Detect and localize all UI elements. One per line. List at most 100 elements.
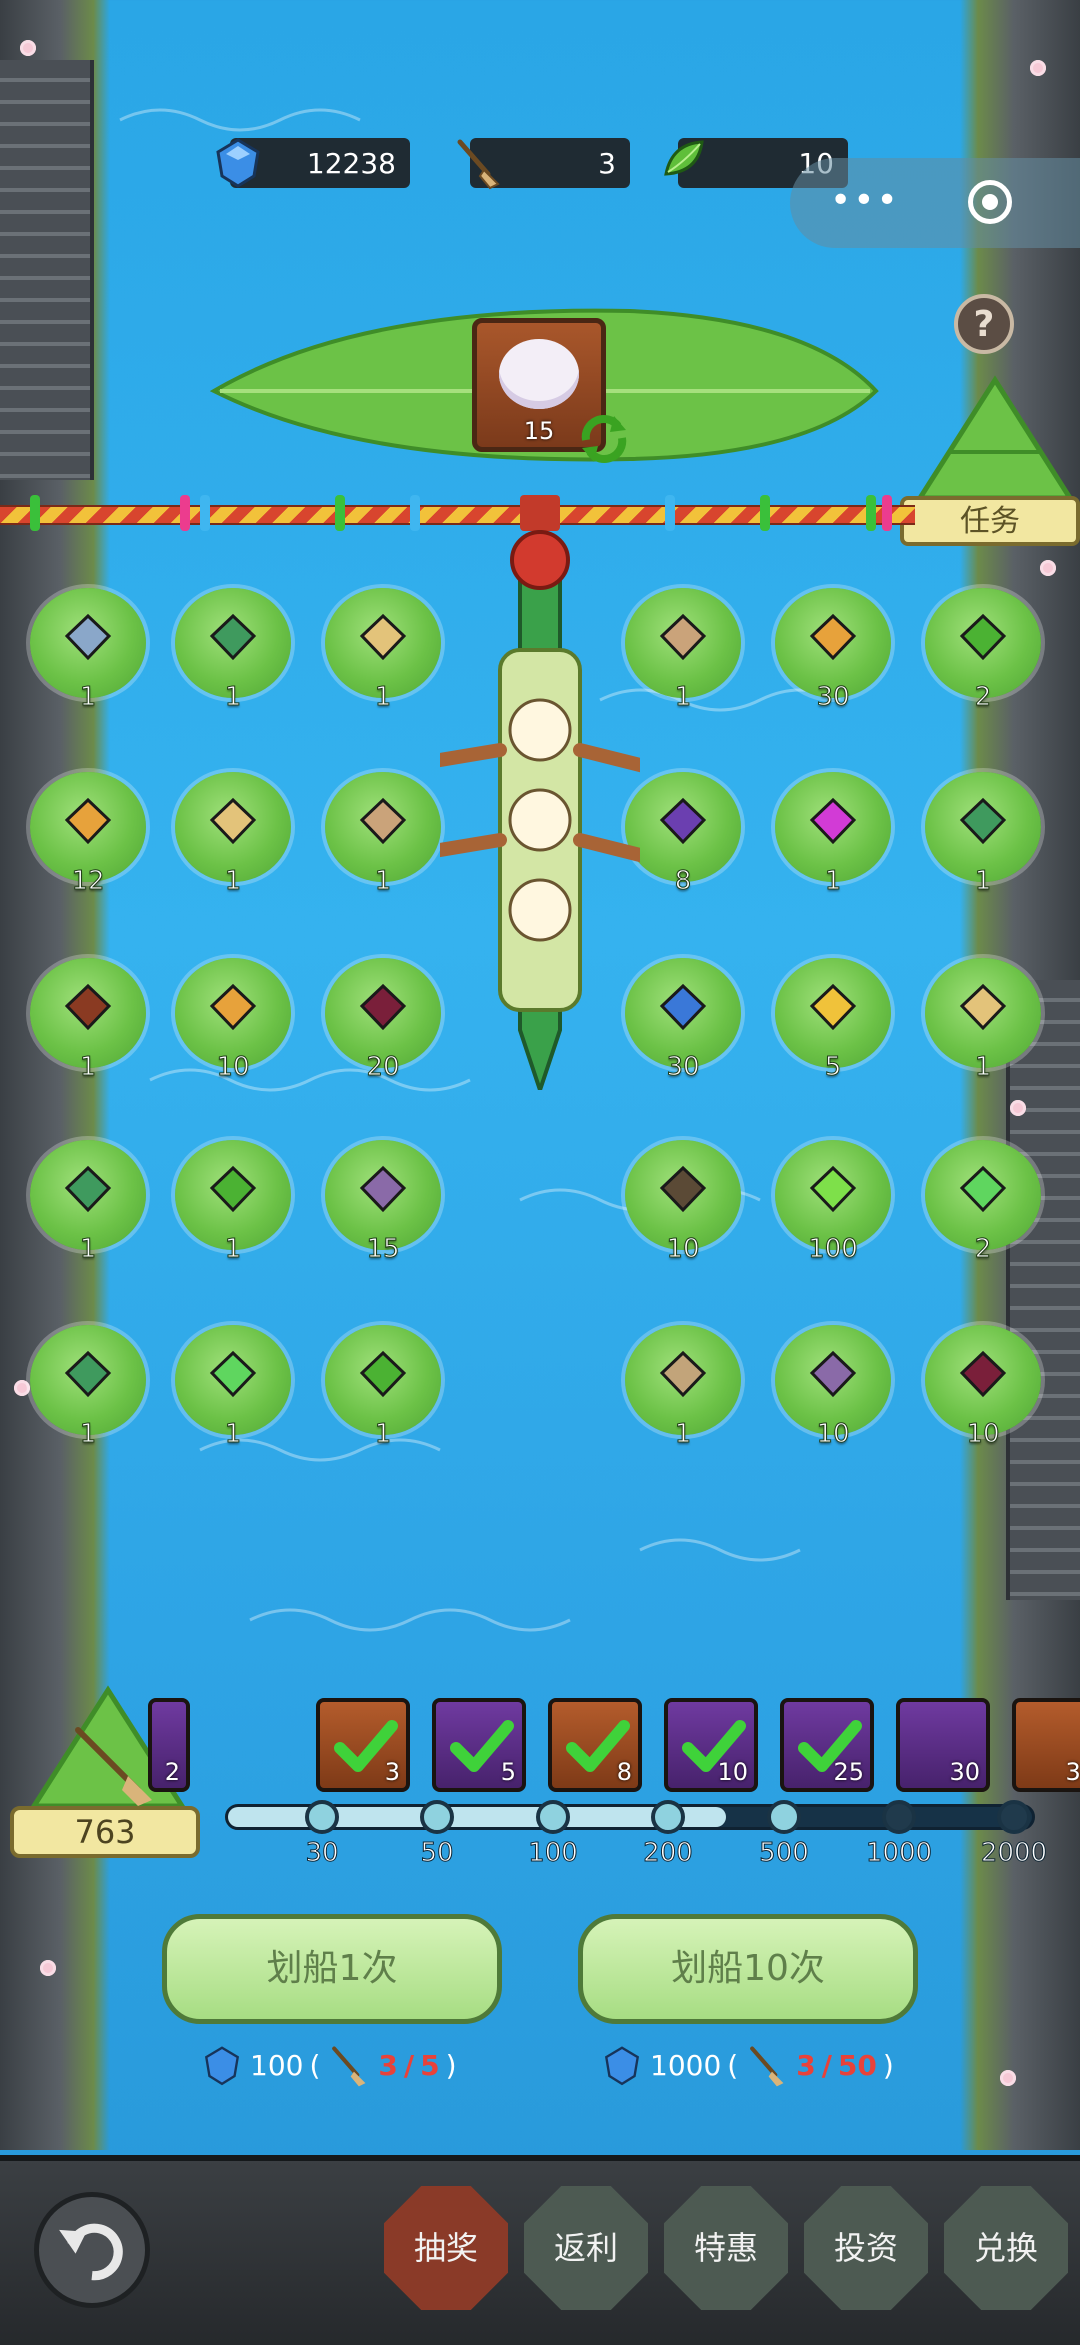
tab-exchange[interactable]: 兑换 <box>944 2186 1068 2310</box>
tab-lottery[interactable]: 抽奖 <box>384 2186 508 2310</box>
task-button[interactable]: 任务 <box>900 496 1080 546</box>
task-zongzi-icon[interactable] <box>910 372 1080 502</box>
more-options-icon[interactable]: ••• <box>830 180 900 221</box>
prize-quantity: 10 <box>966 1419 1000 1450</box>
prize-quantity: 1 <box>79 1234 97 1265</box>
paddle-need: 5 <box>420 2048 440 2082</box>
refresh-icon[interactable] <box>574 410 634 466</box>
prize-quantity: 1 <box>79 682 97 713</box>
rope-marker <box>335 495 345 531</box>
left-pavilion <box>0 60 94 480</box>
paddle-have: 3 <box>796 2048 816 2082</box>
map-icon <box>659 613 707 661</box>
help-button[interactable]: ? <box>954 294 1014 354</box>
reward-amount: 25 <box>833 1758 864 1786</box>
purple-gem-box-icon <box>659 797 707 845</box>
lily-pad-prize: 1 <box>30 958 146 1083</box>
blue-gem-icon <box>216 138 260 188</box>
lily-pad-prize: 10 <box>775 1325 891 1450</box>
reward-amount: 10 <box>717 1758 748 1786</box>
milestone-reward-box[interactable]: 30 <box>1012 1698 1080 1792</box>
blossom <box>1030 60 1046 76</box>
milestone-reward-box[interactable]: 3 <box>316 1698 410 1792</box>
lily-pad-prize: 1 <box>30 588 146 713</box>
lily-pad-prize: 1 <box>175 588 291 713</box>
lily-pad-prize: 1 <box>325 1325 441 1450</box>
milestone-node <box>420 1800 454 1834</box>
gold-gem-icon <box>809 983 857 1031</box>
paren-open: ( <box>309 2048 321 2082</box>
pink-gem-icon <box>809 797 857 845</box>
tab-rebate[interactable]: 返利 <box>524 2186 648 2310</box>
paddle-icon <box>750 2046 784 2087</box>
reward-amount: 2 <box>164 1758 180 1786</box>
milestone-node <box>536 1800 570 1834</box>
prize-quantity: 20 <box>366 1052 400 1083</box>
prize-quantity: 1 <box>374 866 392 897</box>
prize-quantity: 1 <box>374 682 392 713</box>
paddle-icon <box>332 2046 366 2087</box>
leaf-icon <box>959 613 1007 661</box>
paddle-need: 50 <box>837 2048 877 2082</box>
milestone-reward-box[interactable]: 8 <box>548 1698 642 1792</box>
prize-quantity: 30 <box>816 682 850 713</box>
lily-pad-prize: 2 <box>925 1140 1041 1265</box>
lily-pad-prize: 1 <box>175 772 291 897</box>
row-once-button[interactable]: 划船1次 <box>162 1914 502 2024</box>
separator: / <box>821 2048 832 2082</box>
gem-counter: 12238 <box>216 138 410 188</box>
rope-marker <box>866 495 876 531</box>
prize-quantity: 1 <box>224 1234 242 1265</box>
milestone-reward-box[interactable]: 5 <box>432 1698 526 1792</box>
milestone-label: 50 <box>420 1838 454 1869</box>
milestone-reward-box[interactable]: 30 <box>896 1698 990 1792</box>
lily-pad-prize: 1 <box>925 772 1041 897</box>
lily-pad-prize: 1 <box>925 958 1041 1083</box>
paddle-counter: 3 <box>457 138 630 190</box>
prize-quantity: 5 <box>824 1052 842 1083</box>
lily-pad-prize: 20 <box>325 958 441 1083</box>
rune-icon <box>959 1350 1007 1398</box>
amethyst-icon <box>359 1165 407 1213</box>
prize-quantity: 1 <box>974 1052 992 1083</box>
lily-pad-prize: 30 <box>625 958 741 1083</box>
jade-icon <box>64 1165 112 1213</box>
milestone-reward-box[interactable]: 25 <box>780 1698 874 1792</box>
lily-pad-prize: 2 <box>925 588 1041 713</box>
gem-cost: 100 <box>250 2048 304 2082</box>
paddle-have: 3 <box>378 2048 398 2082</box>
rope-marker <box>410 495 420 531</box>
rope-marker <box>760 495 770 531</box>
prize-quantity: 15 <box>366 1234 400 1265</box>
rope-marker <box>30 495 40 531</box>
prize-quantity: 1 <box>974 866 992 897</box>
lily-pad-prize: 8 <box>625 772 741 897</box>
lily-pad-prize: 100 <box>775 1140 891 1265</box>
lily-pad-prize: 15 <box>325 1140 441 1265</box>
paddle-total: 763 <box>10 1806 200 1858</box>
lily-pad-prize: 1 <box>325 588 441 713</box>
milestone-label: 2000 <box>980 1838 1048 1869</box>
blue-rune-icon <box>659 983 707 1031</box>
tab-special-offer[interactable]: 特惠 <box>664 2186 788 2310</box>
lily-pad-prize: 1 <box>625 1325 741 1450</box>
close-miniprogram-icon[interactable] <box>968 180 1012 224</box>
lily-pad-prize: 1 <box>775 772 891 897</box>
row-ten-button[interactable]: 划船10次 <box>578 1914 918 2024</box>
milestone-reward-box[interactable]: 10 <box>664 1698 758 1792</box>
bundle-icon <box>659 1350 707 1398</box>
blossom <box>1040 560 1056 576</box>
rope-marker <box>200 495 210 531</box>
milestone-reward-box[interactable]: 2 <box>148 1698 190 1792</box>
tab-invest[interactable]: 投资 <box>804 2186 928 2310</box>
jade-icon <box>209 613 257 661</box>
prize-quantity: 10 <box>666 1234 700 1265</box>
back-button[interactable] <box>34 2192 150 2308</box>
prize-quantity: 1 <box>79 1419 97 1450</box>
paddle-count: 3 <box>598 146 616 180</box>
leaf-icon <box>359 1350 407 1398</box>
lily-pad-prize: 5 <box>775 958 891 1083</box>
separator: / <box>403 2048 415 2082</box>
sword-icon <box>64 613 112 661</box>
dragon-boat <box>440 530 640 1090</box>
